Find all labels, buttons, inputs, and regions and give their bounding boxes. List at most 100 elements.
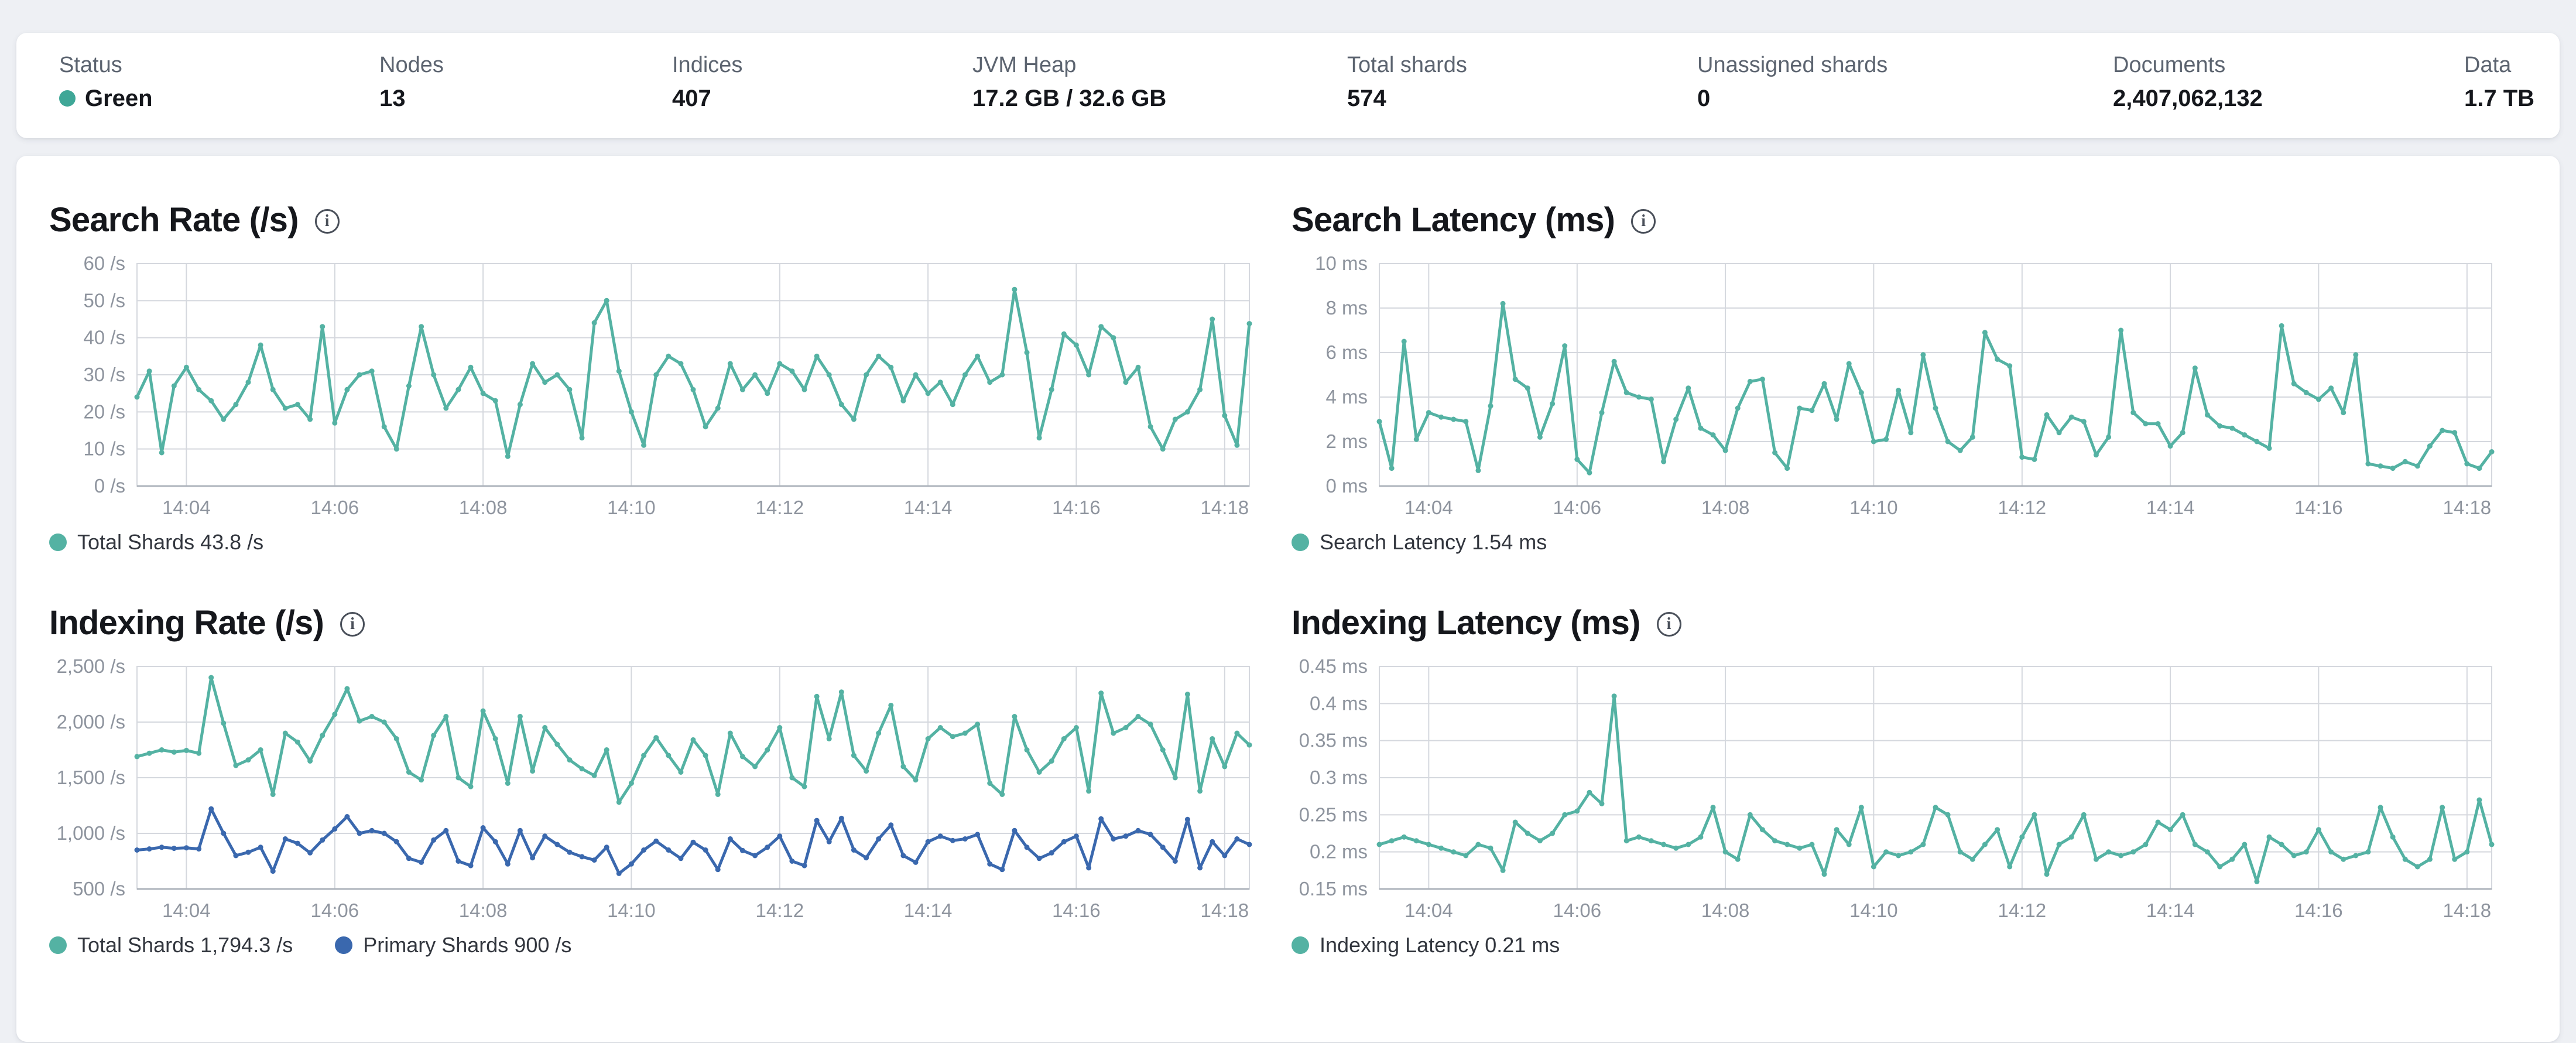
svg-text:1,000 /s: 1,000 /s [57,822,125,844]
svg-text:2,500 /s: 2,500 /s [57,655,125,677]
info-icon[interactable]: i [340,612,365,637]
search-latency-chart: Search Latency (ms) i 10 ms 8 ms 6 ms 4 ms 2… [1292,199,2501,555]
chart-title: Indexing Latency (ms) [1292,603,1640,642]
indexing-latency-plot-container: 0.45 ms 0.4 ms 0.35 ms 0.3 ms 0.25 ms 0.2 ms 0… [1292,655,2501,922]
stat-status: Status Green [59,52,153,112]
legend-item[interactable]: Total Shards 43.8 /s [49,530,263,555]
stat-value: Green [59,84,153,112]
svg-text:14:18: 14:18 [2443,900,2492,921]
stat-indices: Indices 407 [672,52,742,112]
svg-text:2,000 /s: 2,000 /s [57,711,125,733]
svg-text:30 /s: 30 /s [83,364,125,385]
search-rate-plot-container: 60 /s 50 /s 40 /s 30 /s 20 /s 10 /s 0 /s 14:04 1… [49,252,1259,519]
series-indexing-latency [1376,693,2495,884]
stat-value: 1.7 TB [2464,86,2535,111]
svg-text:60 /s: 60 /s [83,252,125,274]
chart-header: Search Latency (ms) i [1292,199,2501,240]
svg-text:14:16: 14:16 [2294,497,2343,518]
svg-text:14:16: 14:16 [1052,497,1101,518]
legend-item[interactable]: Primary Shards 900 /s [335,933,571,957]
legend-dot-icon [1292,936,1309,954]
svg-text:0.2 ms: 0.2 ms [1310,841,1368,863]
svg-text:4 ms: 4 ms [1325,386,1368,408]
svg-text:14:08: 14:08 [459,497,508,518]
svg-text:14:08: 14:08 [1701,900,1750,921]
stat-value: 2,407,062,132 [2113,86,2263,111]
chart-header: Indexing Rate (/s) i [49,602,1259,643]
svg-text:14:06: 14:06 [311,497,359,518]
legend-label: Search Latency 1.54 ms [1320,530,1547,554]
legend-label: Total Shards 1,794.3 /s [77,933,293,957]
svg-text:14:18: 14:18 [1201,900,1249,921]
stat-value: 0 [1697,86,1711,111]
legend-label: Primary Shards 900 /s [363,933,572,957]
svg-text:14:12: 14:12 [756,900,804,921]
cluster-status-bar: Status Green Nodes 13 Indices 407 JVM He… [16,33,2560,138]
search-rate-plot-area[interactable]: 60 /s 50 /s 40 /s 30 /s 20 /s 10 /s 0 /s 14:04 1… [49,252,1259,519]
legend-item[interactable]: Search Latency 1.54 ms [1292,530,1547,555]
metrics-panel: Search Rate (/s) i 60 /s 50 /s 40 /s 30 /s 2… [16,156,2560,1042]
svg-text:14:10: 14:10 [1849,497,1898,518]
info-icon[interactable]: i [1631,209,1656,234]
svg-text:0.25 ms: 0.25 ms [1299,803,1368,825]
legend-label: Indexing Latency 0.21 ms [1320,933,1560,957]
svg-text:20 /s: 20 /s [83,401,125,422]
svg-text:14:14: 14:14 [2146,900,2195,921]
svg-text:14:14: 14:14 [904,497,953,518]
series-primary-shards [134,806,1252,876]
search-rate-chart: Search Rate (/s) i 60 /s 50 /s 40 /s 30 /s 2… [49,199,1259,555]
svg-text:0.35 ms: 0.35 ms [1299,730,1368,751]
legend-item[interactable]: Total Shards 1,794.3 /s [49,933,293,957]
svg-text:14:08: 14:08 [459,900,508,921]
axis-tick-labels: 10 ms 8 ms 6 ms 4 ms 2 ms 0 ms 14:04 14:06 14:08… [1315,252,2491,518]
stat-value: 574 [1347,86,1386,111]
legend-item[interactable]: Indexing Latency 0.21 ms [1292,933,1560,957]
chart-header: Indexing Latency (ms) i [1292,602,2501,643]
stat-label: Unassigned shards [1697,53,1888,77]
charts-grid: Search Rate (/s) i 60 /s 50 /s 40 /s 30 /s 2… [16,156,2560,958]
stat-documents: Documents 2,407,062,132 [2113,52,2263,112]
svg-text:10 ms: 10 ms [1315,252,1368,274]
svg-text:0 ms: 0 ms [1325,475,1368,497]
chart-title: Search Rate (/s) [49,200,299,239]
svg-text:14:12: 14:12 [1998,900,2047,921]
search-latency-plot-container: 10 ms 8 ms 6 ms 4 ms 2 ms 0 ms 14:04 14:06 14:08… [1292,252,2501,519]
svg-text:14:10: 14:10 [1849,900,1898,921]
stat-value: 13 [379,86,406,111]
stat-label: Documents [2113,53,2226,77]
svg-text:14:04: 14:04 [1405,497,1453,518]
info-icon[interactable]: i [1656,612,1681,637]
svg-text:14:10: 14:10 [607,900,656,921]
svg-text:14:06: 14:06 [1553,497,1602,518]
svg-text:0 /s: 0 /s [94,475,125,497]
svg-text:500 /s: 500 /s [73,878,125,900]
indexing-rate-chart: Indexing Rate (/s) i 2,500 /s 2,000 /s 1,5… [49,602,1259,958]
svg-text:0.3 ms: 0.3 ms [1310,767,1368,788]
info-icon[interactable]: i [314,209,340,234]
axis-tick-labels: 2,500 /s 2,000 /s 1,500 /s 1,000 /s 500 /s 14… [57,655,1249,921]
search-latency-plot-area[interactable]: 10 ms 8 ms 6 ms 4 ms 2 ms 0 ms 14:04 14:06 14:08… [1292,252,2501,519]
svg-text:10 /s: 10 /s [83,438,125,460]
indexing-rate-plot-container: 2,500 /s 2,000 /s 1,500 /s 1,000 /s 500 /s 14… [49,655,1259,922]
indexing-rate-plot-area[interactable]: 2,500 /s 2,000 /s 1,500 /s 1,000 /s 500 /s 14… [49,655,1259,922]
svg-text:2 ms: 2 ms [1325,430,1368,452]
svg-text:14:04: 14:04 [1405,900,1453,921]
indexing-latency-plot-area[interactable]: 0.45 ms 0.4 ms 0.35 ms 0.3 ms 0.25 ms 0.2 ms 0… [1292,655,2501,922]
stat-value: 17.2 GB / 32.6 GB [972,86,1167,111]
svg-text:14:12: 14:12 [756,497,804,518]
stat-nodes: Nodes 13 [379,52,444,112]
gridlines [1379,263,2492,487]
stat-data-size: Data 1.7 TB [2464,52,2534,112]
svg-text:14:10: 14:10 [607,497,656,518]
indexing-rate-legend: Total Shards 1,794.3 /s Primary Shards 90… [49,932,1259,958]
legend-dot-icon [49,936,67,954]
svg-text:14:12: 14:12 [1998,497,2047,518]
svg-text:6 ms: 6 ms [1325,341,1368,363]
svg-text:0.45 ms: 0.45 ms [1299,655,1368,677]
stat-value: 407 [672,86,711,111]
svg-text:14:04: 14:04 [162,497,211,518]
svg-text:14:16: 14:16 [2294,900,2343,921]
svg-text:14:14: 14:14 [904,900,953,921]
stat-jvm-heap: JVM Heap 17.2 GB / 32.6 GB [972,52,1166,112]
series-total-shards [134,675,1252,805]
